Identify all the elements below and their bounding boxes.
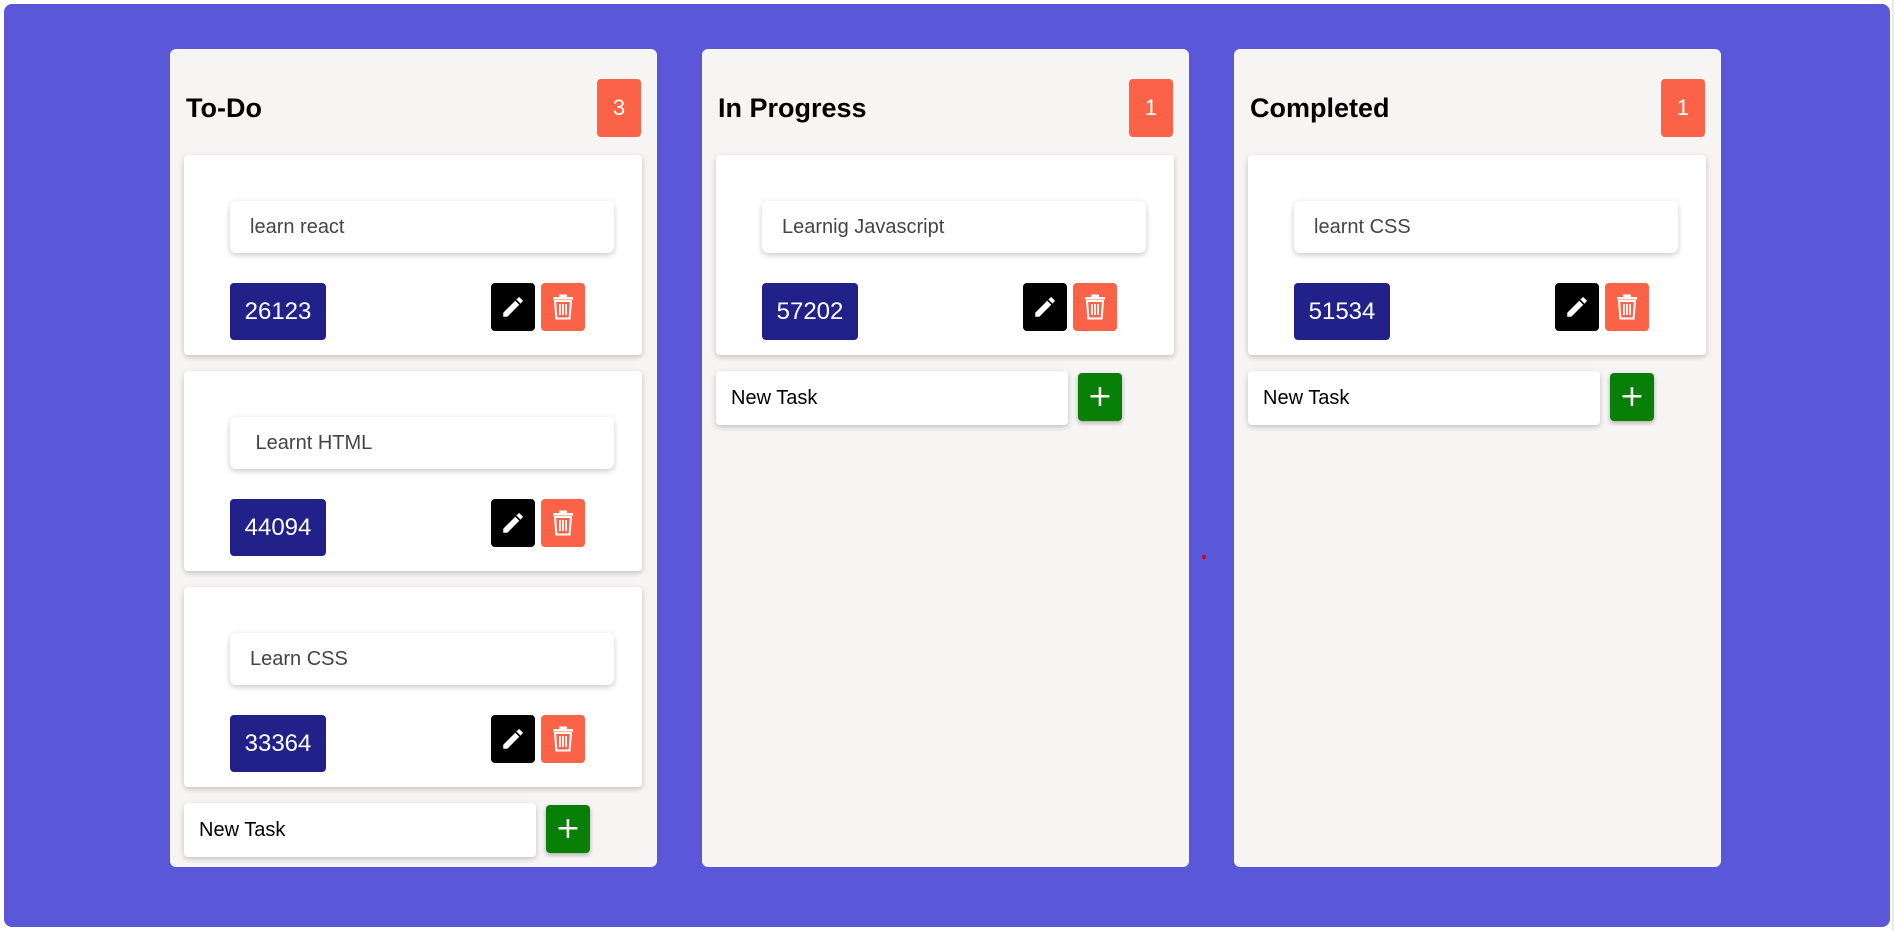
task-card[interactable]: 26123 xyxy=(184,155,642,355)
pencil-icon xyxy=(1567,297,1587,317)
task-text-input[interactable] xyxy=(762,201,1146,253)
stray-dot xyxy=(1202,555,1206,559)
trash-icon xyxy=(553,294,573,320)
edit-button[interactable] xyxy=(1023,283,1067,331)
task-id-badge: 26123 xyxy=(230,283,326,340)
new-task-row: + xyxy=(184,803,642,857)
edit-button[interactable] xyxy=(491,283,535,331)
edit-button[interactable] xyxy=(491,715,535,763)
task-id-badge: 57202 xyxy=(762,283,858,340)
column-header: Completed 1 xyxy=(1250,79,1705,137)
column-header: To-Do 3 xyxy=(186,79,641,137)
column-header: In Progress 1 xyxy=(718,79,1173,137)
column-todo: To-Do 3 26123 44094 xyxy=(170,49,657,867)
plus-icon: + xyxy=(555,811,581,846)
edit-button[interactable] xyxy=(491,499,535,547)
edit-button[interactable] xyxy=(1555,283,1599,331)
new-task-input[interactable] xyxy=(716,371,1068,425)
task-card[interactable]: 44094 xyxy=(184,371,642,571)
delete-button[interactable] xyxy=(541,715,585,763)
new-task-row: + xyxy=(1248,371,1706,425)
delete-button[interactable] xyxy=(1073,283,1117,331)
task-card[interactable]: 51534 xyxy=(1248,155,1706,355)
pencil-icon xyxy=(1035,297,1055,317)
add-task-button[interactable]: + xyxy=(1078,373,1122,421)
column-title: In Progress xyxy=(718,93,867,123)
task-text-input[interactable] xyxy=(230,633,614,685)
pencil-icon xyxy=(503,297,523,317)
delete-button[interactable] xyxy=(541,283,585,331)
task-count-badge: 3 xyxy=(597,79,641,137)
column-in-progress: In Progress 1 57202 + xyxy=(702,49,1189,867)
task-text-input[interactable] xyxy=(230,417,614,469)
plus-icon: + xyxy=(1619,379,1645,414)
task-id-badge: 33364 xyxy=(230,715,326,772)
add-task-button[interactable]: + xyxy=(1610,373,1654,421)
task-list: 51534 + xyxy=(1248,155,1706,425)
trash-icon xyxy=(553,726,573,752)
task-count-badge: 1 xyxy=(1661,79,1705,137)
column-completed: Completed 1 51534 + xyxy=(1234,49,1721,867)
trash-icon xyxy=(553,510,573,536)
kanban-board: To-Do 3 26123 44094 xyxy=(4,4,1890,927)
task-text-input[interactable] xyxy=(1294,201,1678,253)
delete-button[interactable] xyxy=(541,499,585,547)
task-list: 57202 + xyxy=(716,155,1174,425)
task-count-badge: 1 xyxy=(1129,79,1173,137)
task-list: 26123 44094 33364 xyxy=(184,155,642,857)
new-task-input[interactable] xyxy=(1248,371,1600,425)
trash-icon xyxy=(1617,294,1637,320)
column-title: Completed xyxy=(1250,93,1390,123)
new-task-row: + xyxy=(716,371,1174,425)
pencil-icon xyxy=(503,513,523,533)
task-id-badge: 44094 xyxy=(230,499,326,556)
new-task-input[interactable] xyxy=(184,803,536,857)
delete-button[interactable] xyxy=(1605,283,1649,331)
task-text-input[interactable] xyxy=(230,201,614,253)
plus-icon: + xyxy=(1087,379,1113,414)
pencil-icon xyxy=(503,729,523,749)
column-title: To-Do xyxy=(186,93,262,123)
task-id-badge: 51534 xyxy=(1294,283,1390,340)
task-card[interactable]: 57202 xyxy=(716,155,1174,355)
trash-icon xyxy=(1085,294,1105,320)
add-task-button[interactable]: + xyxy=(546,805,590,853)
task-card[interactable]: 33364 xyxy=(184,587,642,787)
